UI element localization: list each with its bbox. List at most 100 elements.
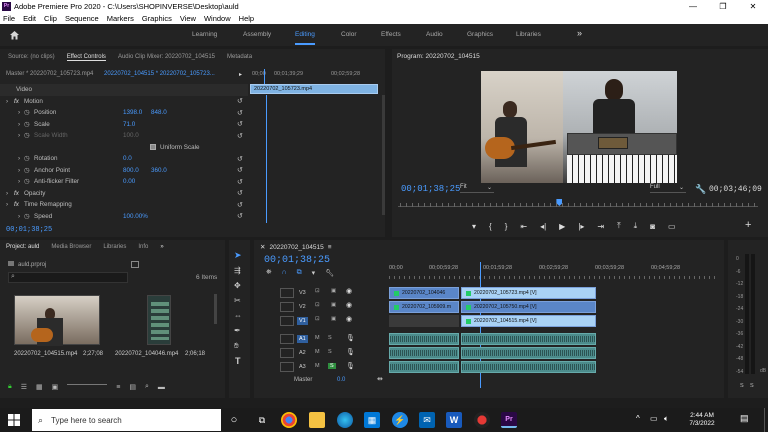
track-header[interactable]: A1 M S 🎙︎ <box>270 333 386 345</box>
menu-sequence[interactable]: Sequence <box>65 14 99 23</box>
mark-in-icon[interactable]: { <box>489 222 492 231</box>
track-select-tool-icon[interactable]: ⇶ <box>234 266 241 275</box>
notifications-icon[interactable]: ▤ <box>740 413 749 424</box>
stopwatch-icon[interactable]: ◷ <box>24 155 30 162</box>
snap-icon[interactable]: ∩ <box>282 269 287 279</box>
stopwatch-icon[interactable]: ◷ <box>24 167 30 174</box>
workspace-effects[interactable]: Effects <box>381 31 401 38</box>
fx-icon[interactable]: fx <box>14 201 19 208</box>
thumbnail-guitar[interactable] <box>14 295 100 346</box>
expand-arrow-icon[interactable]: › <box>18 213 20 220</box>
tab-media-browser[interactable]: Media Browser <box>51 244 91 250</box>
more-workspaces-button[interactable]: » <box>577 28 582 38</box>
selection-tool-icon[interactable]: ➤ <box>234 250 242 261</box>
source-patch[interactable] <box>280 334 294 344</box>
reset-parameter-icon[interactable]: ↺ <box>237 212 243 220</box>
taskbar-search-input[interactable]: ⌕ Type here to search <box>32 409 221 431</box>
video-clip[interactable]: 20220702_105909.m <box>389 301 459 313</box>
extract-icon[interactable]: ⤓ <box>634 221 638 231</box>
effect-value[interactable]: 100.0 <box>123 132 139 139</box>
recorder-icon[interactable] <box>474 412 490 428</box>
show-hidden-icons[interactable]: ^ <box>636 414 640 423</box>
audio-clip[interactable] <box>461 361 596 373</box>
toggle-sync-lock-icon[interactable]: ⊡ <box>315 302 320 308</box>
video-clip[interactable]: 20220702_104046 <box>389 287 459 299</box>
source-patch[interactable] <box>280 348 294 358</box>
video-clip[interactable]: 20220702_104515.mp4 [V] <box>461 315 596 327</box>
reset-parameter-icon[interactable]: ↺ <box>237 178 243 186</box>
zoom-handle-icon[interactable]: ⇹ <box>377 375 383 383</box>
fx-icon[interactable]: fx <box>14 190 19 197</box>
stopwatch-icon[interactable]: ◷ <box>24 121 30 128</box>
effect-value[interactable]: 71.0 <box>123 121 135 128</box>
comparison-view-icon[interactable]: ▭ <box>668 222 676 231</box>
freeform-view-icon[interactable]: ▣ <box>52 383 59 391</box>
solo-button[interactable]: S <box>328 363 336 369</box>
uniform-scale-checkbox[interactable] <box>150 144 156 151</box>
list-view-icon[interactable]: ☰ <box>21 383 27 391</box>
razor-tool-icon[interactable]: ✂ <box>234 296 241 305</box>
reset-parameter-icon[interactable]: ↺ <box>237 132 243 140</box>
sequence-tab[interactable]: ✕ 20220702_104515 ≡ <box>260 243 331 251</box>
tab-info[interactable]: Info <box>138 244 148 250</box>
stopwatch-icon[interactable]: ◷ <box>24 213 30 220</box>
video-clip[interactable]: 20220702_105723.mp4 [V] <box>461 287 596 299</box>
fit-dropdown[interactable]: Fit ⌄ <box>460 184 494 193</box>
effect-row[interactable]: › fx Time Remapping ↺ <box>0 199 248 211</box>
toggle-output-icon[interactable]: ▣ <box>331 316 336 322</box>
workspace-color[interactable]: Color <box>341 31 357 38</box>
effect-value[interactable]: 800.0 <box>123 167 139 174</box>
effect-value-2[interactable]: 360.0 <box>151 167 167 174</box>
stopwatch-icon[interactable]: ◷ <box>24 178 30 185</box>
fx-icon[interactable]: fx <box>14 98 19 105</box>
audio-clip[interactable] <box>389 361 459 373</box>
task-view-icon[interactable]: ⧉ <box>254 412 270 428</box>
eye-icon[interactable]: ◉ <box>346 287 352 295</box>
expand-arrow-icon[interactable]: › <box>18 167 20 174</box>
linked-selection-icon[interactable]: ⧉ <box>297 269 302 279</box>
minimize-button[interactable]: — <box>678 0 708 12</box>
expand-arrow-icon[interactable]: › <box>18 132 20 139</box>
track-header[interactable]: A3 M S 🎙︎ <box>270 361 386 373</box>
project-item-name[interactable]: 20220702_104046.mp4 <box>115 351 178 357</box>
eye-icon[interactable]: ◉ <box>346 315 352 323</box>
effect-value[interactable]: 1398.0 <box>123 109 142 116</box>
export-frame-icon[interactable]: ◙ <box>650 222 655 231</box>
reset-parameter-icon[interactable]: ↺ <box>237 201 243 209</box>
video-clip[interactable]: 20220702_105750.mp4 [V] <box>461 301 596 313</box>
effect-value-2[interactable]: 848.0 <box>151 109 167 116</box>
expand-arrow-icon[interactable]: › <box>18 109 20 116</box>
lock-icon[interactable]: 🔒︎ <box>8 383 12 391</box>
project-item-name[interactable]: 20220702_104515.mp4 <box>14 351 77 357</box>
microphone-icon[interactable]: 🎙︎ <box>346 362 355 370</box>
reset-parameter-icon[interactable]: ↺ <box>237 155 243 163</box>
effect-row[interactable]: › ◷ Anti-flicker Filter 0.00 ↺ <box>0 176 248 188</box>
toggle-sync-lock-icon[interactable]: ⊡ <box>315 288 320 294</box>
source-patch[interactable] <box>280 288 294 298</box>
microphone-icon[interactable]: 🎙︎ <box>346 348 355 356</box>
source-patch[interactable] <box>280 316 294 326</box>
pen-tool-icon[interactable]: ✒ <box>234 326 241 335</box>
program-timecode[interactable]: 00;01;38;25 <box>401 184 460 194</box>
close-tab-icon[interactable]: ✕ <box>260 244 265 251</box>
button-editor-icon[interactable]: + <box>745 219 751 231</box>
stopwatch-icon[interactable]: ◷ <box>24 109 30 116</box>
workspace-libraries[interactable]: Libraries <box>516 31 541 38</box>
find-icon[interactable]: ⌕ <box>145 383 149 391</box>
effect-value[interactable]: 100.00% <box>123 213 148 220</box>
solo-button[interactable]: S <box>328 335 332 341</box>
file-explorer-icon[interactable] <box>309 412 325 428</box>
mute-button[interactable]: M <box>315 349 320 355</box>
automate-icon[interactable]: ▤ <box>129 383 136 391</box>
eye-icon[interactable]: ◉ <box>346 301 352 309</box>
play-arrow-icon[interactable]: ▸ <box>239 71 242 78</box>
workspace-learning[interactable]: Learning <box>192 31 217 38</box>
effect-value[interactable]: 0.00 <box>123 178 135 185</box>
timeline-timecode[interactable]: 00;01;38;25 <box>264 255 330 266</box>
microphone-icon[interactable]: 🎙︎ <box>346 334 355 342</box>
timeline-settings-icon[interactable]: 🔧︎ <box>325 269 334 279</box>
project-search-input[interactable]: ⌕ <box>8 272 128 283</box>
mute-button[interactable]: M <box>315 363 320 369</box>
effect-row[interactable]: › ◷ Rotation 0.0 ↺ <box>0 153 248 165</box>
edge-icon[interactable] <box>337 412 353 428</box>
